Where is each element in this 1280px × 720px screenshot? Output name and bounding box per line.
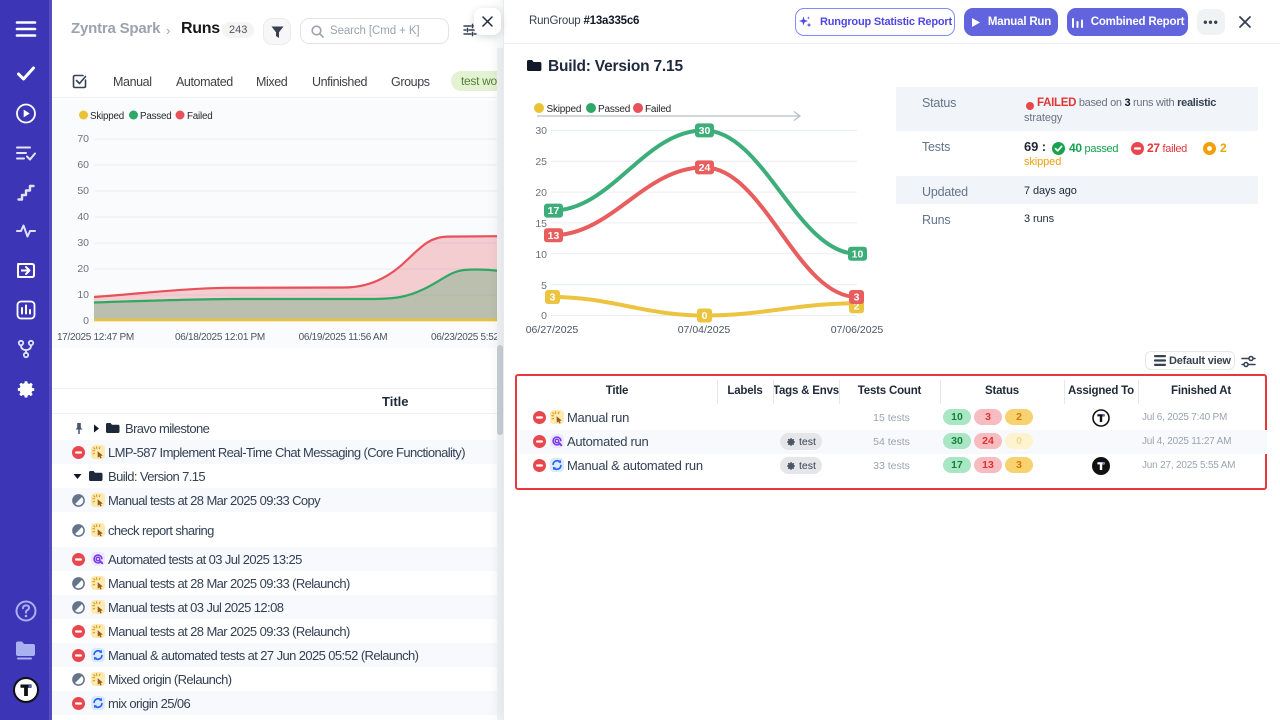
svg-text:3: 3 [854,292,860,304]
svg-text:0: 0 [541,310,547,322]
svg-text:5: 5 [541,280,547,292]
svg-text:60: 60 [77,159,89,171]
svg-text:3: 3 [550,292,556,304]
svg-text:20: 20 [535,187,547,199]
svg-text:07/04/2025: 07/04/2025 [678,324,731,336]
svg-text:50: 50 [77,185,89,197]
svg-text:24: 24 [699,162,711,174]
svg-text:06/27/2025: 06/27/2025 [526,324,579,336]
svg-text:15: 15 [535,218,547,230]
svg-text:17/2025 12:47 PM: 17/2025 12:47 PM [57,332,134,343]
svg-text:25: 25 [535,156,547,168]
svg-text:06/19/2025 11:56 AM: 06/19/2025 11:56 AM [299,332,388,343]
svg-text:13: 13 [548,230,560,242]
svg-text:0: 0 [83,315,89,327]
svg-text:0: 0 [702,310,708,322]
svg-text:Skipped: Skipped [90,111,124,122]
svg-text:10: 10 [852,248,864,260]
svg-text:Passed: Passed [140,111,171,122]
svg-text:07/06/2025: 07/06/2025 [831,324,884,336]
svg-text:10: 10 [77,289,89,301]
svg-text:Failed: Failed [187,111,212,122]
svg-text:20: 20 [77,263,89,275]
svg-text:10: 10 [535,249,547,261]
svg-text:Passed: Passed [598,104,630,115]
svg-text:30: 30 [699,125,711,137]
svg-text:Skipped: Skipped [547,104,582,115]
svg-text:40: 40 [77,211,89,223]
svg-text:70: 70 [77,133,89,145]
svg-text:30: 30 [535,125,547,137]
svg-text:06/23/2025 5:52 PM: 06/23/2025 5:52 PM [431,332,503,343]
svg-text:Failed: Failed [645,104,671,115]
svg-text:30: 30 [77,237,89,249]
svg-text:17: 17 [548,205,560,217]
svg-text:06/18/2025 12:01 PM: 06/18/2025 12:01 PM [175,332,265,343]
